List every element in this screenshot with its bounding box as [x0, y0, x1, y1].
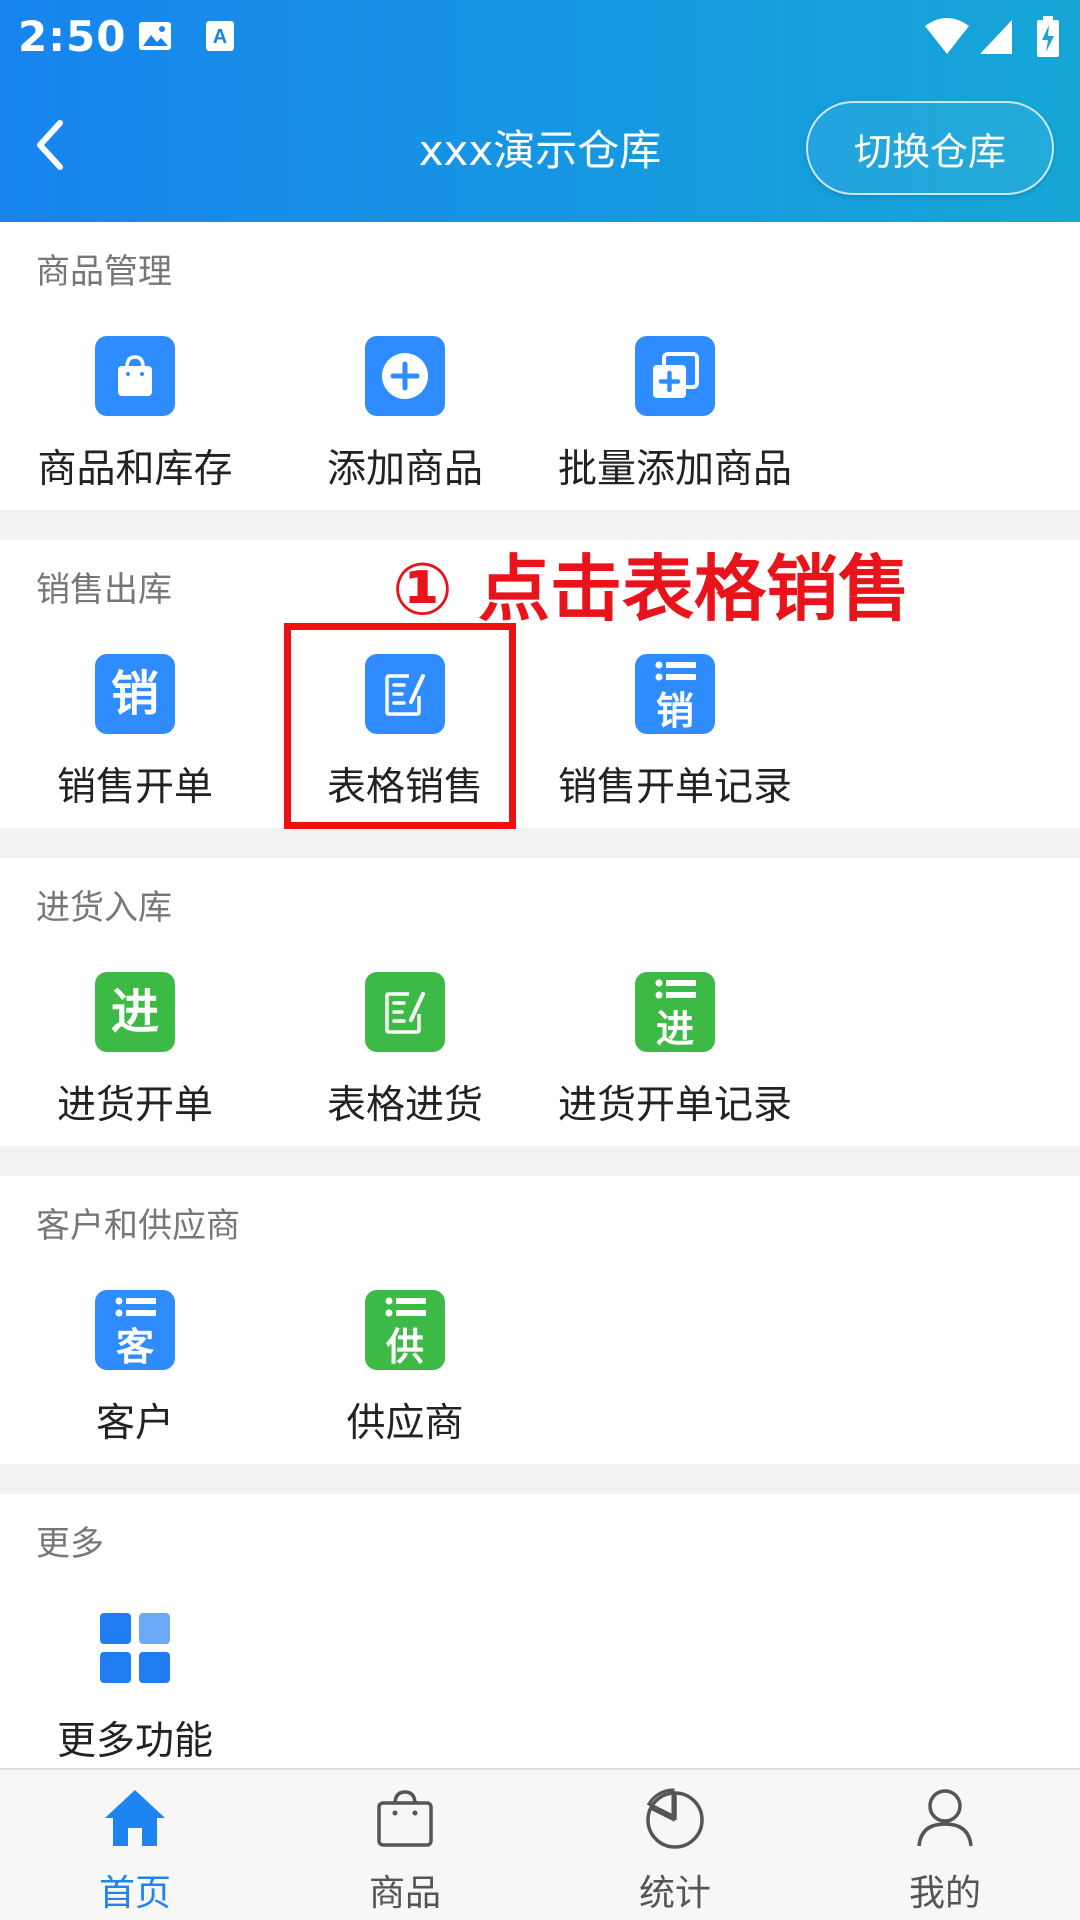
wifi-icon — [924, 16, 970, 60]
sales-record-icon: 销 — [635, 654, 715, 734]
tile-glyph: 客 — [115, 1325, 154, 1369]
section-title: 更多 — [36, 1524, 104, 1564]
nav-mine[interactable]: 我的 — [810, 1770, 1080, 1920]
section-title: 商品管理 — [36, 252, 172, 292]
supplier-item[interactable]: 供 供应商 — [270, 1290, 540, 1448]
user-icon — [917, 1789, 973, 1847]
customer-list-icon: 客 — [95, 1290, 175, 1370]
supplier-list-icon: 供 — [365, 1290, 445, 1370]
back-button[interactable] — [30, 115, 90, 185]
item-label: 添加商品 — [326, 447, 483, 492]
shopping-bag-icon — [95, 336, 175, 416]
item-label: 销售开单记录 — [557, 765, 792, 810]
item-label: 表格进货 — [326, 1083, 483, 1128]
grid-icon — [95, 1608, 175, 1688]
purchase-order-icon: 进 — [95, 972, 175, 1052]
signal-icon — [978, 16, 1014, 60]
home-icon — [105, 1790, 165, 1846]
app-notification-icon: A — [205, 16, 235, 60]
status-time: 2:50 — [18, 12, 127, 61]
item-label: 客户 — [95, 1401, 174, 1446]
edit-form-icon — [365, 972, 445, 1052]
nav-label: 统计 — [638, 1873, 711, 1914]
section-title: 进货入库 — [36, 888, 172, 928]
app-bar: xxx演示仓库 切换仓库 — [0, 75, 1080, 222]
item-label: 销售开单 — [56, 765, 213, 810]
svg-text:A: A — [213, 26, 227, 48]
table-purchase-item[interactable]: 表格进货 — [270, 972, 540, 1130]
add-goods-item[interactable]: 添加商品 — [270, 336, 540, 494]
purchase-order-item[interactable]: 进 进货开单 — [0, 972, 270, 1130]
section-purchase: 进货入库 进 进货开单 表格进货 进 进货开单记录 — [0, 858, 1080, 1146]
section-goods: 商品管理 商品和库存 添加商品 批量添加商品 — [0, 222, 1080, 510]
section-partners: 客户和供应商 客 客户 供 供应商 — [0, 1176, 1080, 1464]
status-bar: 2:50 A — [0, 0, 1080, 75]
tile-glyph: 进 — [655, 1007, 694, 1051]
purchase-record-icon: 进 — [635, 972, 715, 1052]
section-title: 销售出库 — [36, 570, 172, 610]
tile-glyph: 销 — [655, 689, 694, 733]
bottom-nav: 首页 商品 统计 我的 — [0, 1768, 1080, 1920]
switch-warehouse-button[interactable]: 切换仓库 — [806, 101, 1054, 195]
batch-add-icon — [635, 336, 715, 416]
sales-order-item[interactable]: 销 销售开单 — [0, 654, 270, 812]
nav-home[interactable]: 首页 — [0, 1770, 270, 1920]
nav-label: 首页 — [98, 1873, 171, 1914]
back-arrow-icon — [37, 120, 63, 170]
batch-add-goods-item[interactable]: 批量添加商品 — [540, 336, 810, 494]
nav-label: 我的 — [908, 1873, 981, 1914]
item-label: 商品和库存 — [37, 447, 233, 492]
item-label: 供应商 — [346, 1401, 464, 1446]
pie-chart-icon — [646, 1788, 704, 1849]
tile-glyph: 进 — [110, 984, 159, 1040]
annotation-text: ① 点击表格销售 — [392, 547, 911, 631]
image-notification-icon — [138, 16, 172, 60]
sales-order-icon: 销 — [95, 654, 175, 734]
section-more: 更多 更多功能 — [0, 1494, 1080, 1768]
annotation-highlight-box — [284, 623, 516, 829]
customer-item[interactable]: 客 客户 — [0, 1290, 270, 1448]
plus-circle-icon — [365, 336, 445, 416]
section-title: 客户和供应商 — [36, 1206, 240, 1246]
nav-label: 商品 — [368, 1873, 441, 1914]
purchase-record-item[interactable]: 进 进货开单记录 — [540, 972, 810, 1130]
sales-record-item[interactable]: 销 销售开单记录 — [540, 654, 810, 812]
item-label: 进货开单记录 — [557, 1083, 792, 1128]
goods-and-stock-item[interactable]: 商品和库存 — [0, 336, 270, 494]
tile-glyph: 销 — [110, 666, 159, 722]
item-label: 批量添加商品 — [557, 447, 792, 492]
nav-goods[interactable]: 商品 — [270, 1770, 540, 1920]
tile-glyph: 供 — [385, 1325, 424, 1369]
item-label: 更多功能 — [56, 1719, 213, 1764]
bag-icon — [377, 1790, 433, 1847]
more-functions-item[interactable]: 更多功能 — [0, 1608, 270, 1766]
battery-icon — [1036, 16, 1060, 62]
item-label: 进货开单 — [56, 1083, 213, 1128]
header: 2:50 A xxx演示仓库 切换仓库 — [0, 0, 1080, 222]
nav-statistics[interactable]: 统计 — [540, 1770, 810, 1920]
